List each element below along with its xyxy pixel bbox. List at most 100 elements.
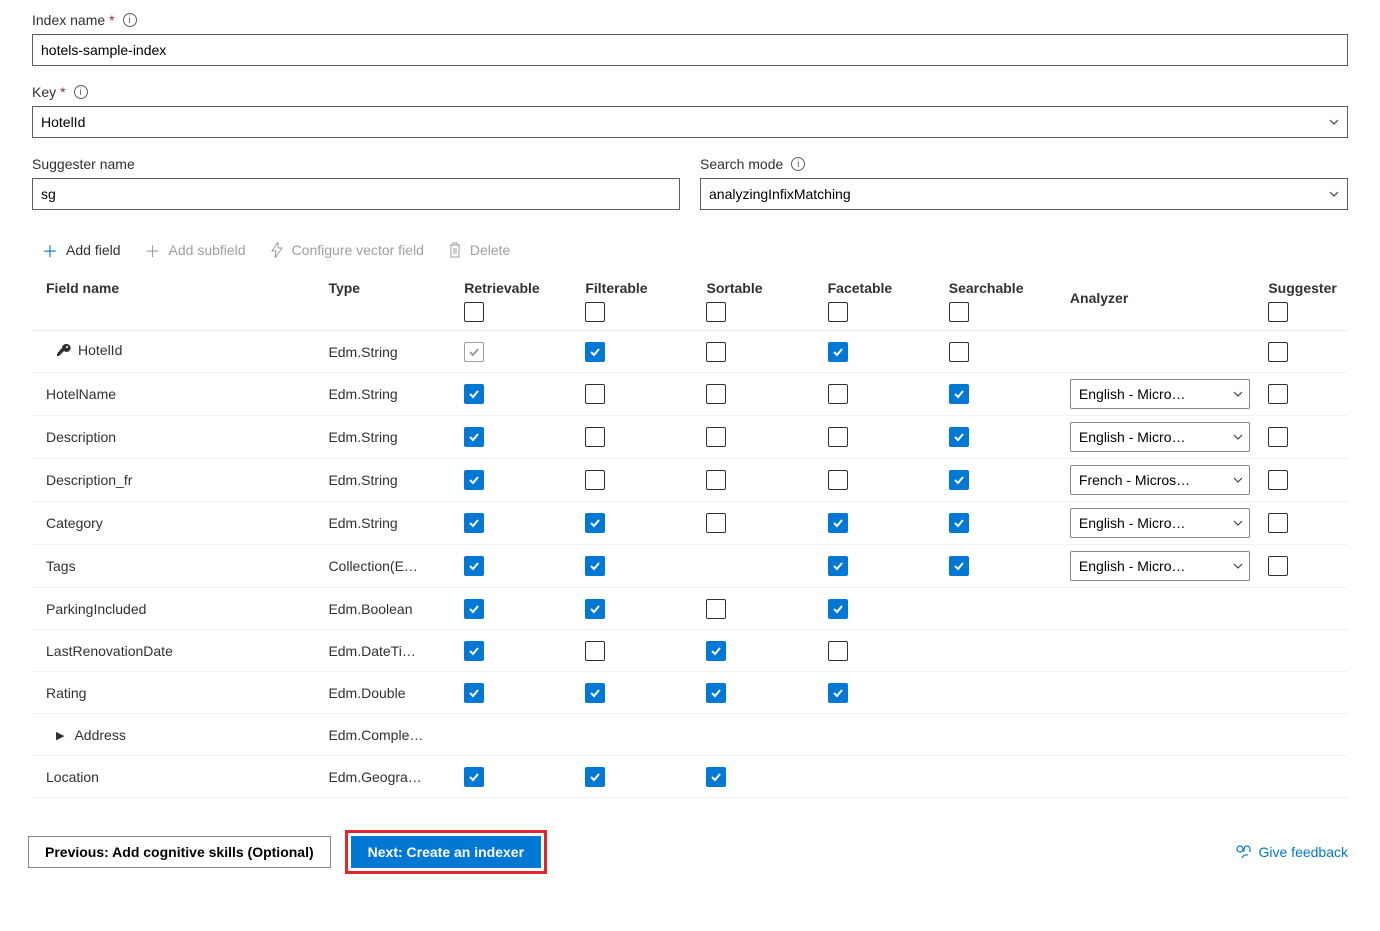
suggester-checkbox[interactable] <box>1268 513 1288 533</box>
facetable-checkbox[interactable] <box>828 384 848 404</box>
facetable-checkbox[interactable] <box>828 599 848 619</box>
analyzer-select[interactable]: English - Micro… <box>1070 551 1250 581</box>
sortable-checkbox[interactable] <box>706 470 726 490</box>
facetable-checkbox[interactable] <box>828 470 848 490</box>
searchable-checkbox[interactable] <box>949 384 969 404</box>
info-icon[interactable]: i <box>74 85 88 99</box>
previous-button[interactable]: Previous: Add cognitive skills (Optional… <box>28 836 331 868</box>
filterable-checkbox[interactable] <box>585 683 605 703</box>
field-type: Collection(E… <box>324 545 460 588</box>
col-filterable: Filterable <box>581 272 702 331</box>
searchable-checkbox[interactable] <box>949 427 969 447</box>
key-label: Key * i <box>32 84 1348 100</box>
table-row: Rating Edm.Double <box>32 672 1348 714</box>
filterable-checkbox[interactable] <box>585 427 605 447</box>
field-name: LastRenovationDate <box>46 643 173 659</box>
filterable-checkbox[interactable] <box>585 470 605 490</box>
field-type: Edm.Comple… <box>324 714 460 756</box>
field-name-expandable[interactable]: ▶Address <box>46 727 126 743</box>
retrievable-checkbox[interactable] <box>464 384 484 404</box>
plus-icon: ＋ <box>145 238 161 262</box>
retrievable-checkbox[interactable] <box>464 767 484 787</box>
col-searchable: Searchable <box>945 272 1066 331</box>
table-row: ParkingIncluded Edm.Boolean <box>32 588 1348 630</box>
suggester-checkbox[interactable] <box>1268 556 1288 576</box>
col-facetable: Facetable <box>824 272 945 331</box>
index-name-input[interactable] <box>32 34 1348 66</box>
trash-icon <box>448 242 462 258</box>
retrievable-checkbox[interactable] <box>464 556 484 576</box>
field-type: Edm.Double <box>324 672 460 714</box>
retrievable-header-checkbox[interactable] <box>464 302 484 322</box>
table-row: Description Edm.String English - Micro… <box>32 416 1348 459</box>
filterable-checkbox[interactable] <box>585 513 605 533</box>
facetable-checkbox[interactable] <box>828 427 848 447</box>
sortable-checkbox[interactable] <box>706 641 726 661</box>
info-icon[interactable]: i <box>791 157 805 171</box>
triangle-right-icon: ▶ <box>56 729 64 742</box>
field-type: Edm.String <box>324 502 460 545</box>
table-row: Location Edm.Geogra… <box>32 756 1348 798</box>
sortable-header-checkbox[interactable] <box>706 302 726 322</box>
filterable-checkbox[interactable] <box>585 767 605 787</box>
sortable-checkbox[interactable] <box>706 683 726 703</box>
retrievable-checkbox[interactable] <box>464 427 484 447</box>
table-row: ▶Address Edm.Comple… <box>32 714 1348 756</box>
searchable-checkbox[interactable] <box>949 342 969 362</box>
field-type: Edm.Geogra… <box>324 756 460 798</box>
sortable-checkbox[interactable] <box>706 427 726 447</box>
filterable-checkbox[interactable] <box>585 599 605 619</box>
filterable-checkbox[interactable] <box>585 556 605 576</box>
retrievable-checkbox[interactable] <box>464 641 484 661</box>
col-retrievable: Retrievable <box>460 272 581 331</box>
facetable-checkbox[interactable] <box>828 641 848 661</box>
analyzer-select[interactable]: English - Micro… <box>1070 379 1250 409</box>
sortable-checkbox[interactable] <box>706 513 726 533</box>
field-type: Edm.String <box>324 459 460 502</box>
suggester-name-label: Suggester name <box>32 156 680 172</box>
field-type: Edm.DateTi… <box>324 630 460 672</box>
info-icon[interactable]: i <box>123 13 137 27</box>
sortable-checkbox[interactable] <box>706 342 726 362</box>
searchable-checkbox[interactable] <box>949 513 969 533</box>
facetable-checkbox[interactable] <box>828 683 848 703</box>
searchable-checkbox[interactable] <box>949 556 969 576</box>
table-row: HotelId Edm.String <box>32 331 1348 373</box>
searchable-checkbox[interactable] <box>949 470 969 490</box>
retrievable-checkbox[interactable] <box>464 342 484 362</box>
col-field-name: Field name <box>32 272 324 331</box>
facetable-checkbox[interactable] <box>828 513 848 533</box>
analyzer-select[interactable]: English - Micro… <box>1070 422 1250 452</box>
key-select[interactable]: HotelId <box>32 106 1348 138</box>
facetable-checkbox[interactable] <box>828 342 848 362</box>
next-button[interactable]: Next: Create an indexer <box>351 836 541 868</box>
col-sortable: Sortable <box>702 272 823 331</box>
suggester-checkbox[interactable] <box>1268 470 1288 490</box>
table-row: LastRenovationDate Edm.DateTi… <box>32 630 1348 672</box>
filterable-checkbox[interactable] <box>585 342 605 362</box>
facetable-checkbox[interactable] <box>828 556 848 576</box>
retrievable-checkbox[interactable] <box>464 599 484 619</box>
search-mode-select[interactable]: analyzingInfixMatching <box>700 178 1348 210</box>
filterable-checkbox[interactable] <box>585 641 605 661</box>
suggester-checkbox[interactable] <box>1268 384 1288 404</box>
analyzer-select[interactable]: French - Micros… <box>1070 465 1250 495</box>
feedback-link[interactable]: Give feedback <box>1235 844 1349 860</box>
retrievable-checkbox[interactable] <box>464 513 484 533</box>
table-row: HotelName Edm.String English - Micro… <box>32 373 1348 416</box>
searchable-header-checkbox[interactable] <box>949 302 969 322</box>
sortable-checkbox[interactable] <box>706 384 726 404</box>
add-field-button[interactable]: ＋ Add field <box>42 238 121 262</box>
suggester-name-input[interactable] <box>32 178 680 210</box>
retrievable-checkbox[interactable] <box>464 470 484 490</box>
filterable-header-checkbox[interactable] <box>585 302 605 322</box>
analyzer-select[interactable]: English - Micro… <box>1070 508 1250 538</box>
suggester-checkbox[interactable] <box>1268 427 1288 447</box>
suggester-checkbox[interactable] <box>1268 342 1288 362</box>
retrievable-checkbox[interactable] <box>464 683 484 703</box>
sortable-checkbox[interactable] <box>706 767 726 787</box>
suggester-header-checkbox[interactable] <box>1268 302 1288 322</box>
sortable-checkbox[interactable] <box>706 599 726 619</box>
facetable-header-checkbox[interactable] <box>828 302 848 322</box>
filterable-checkbox[interactable] <box>585 384 605 404</box>
